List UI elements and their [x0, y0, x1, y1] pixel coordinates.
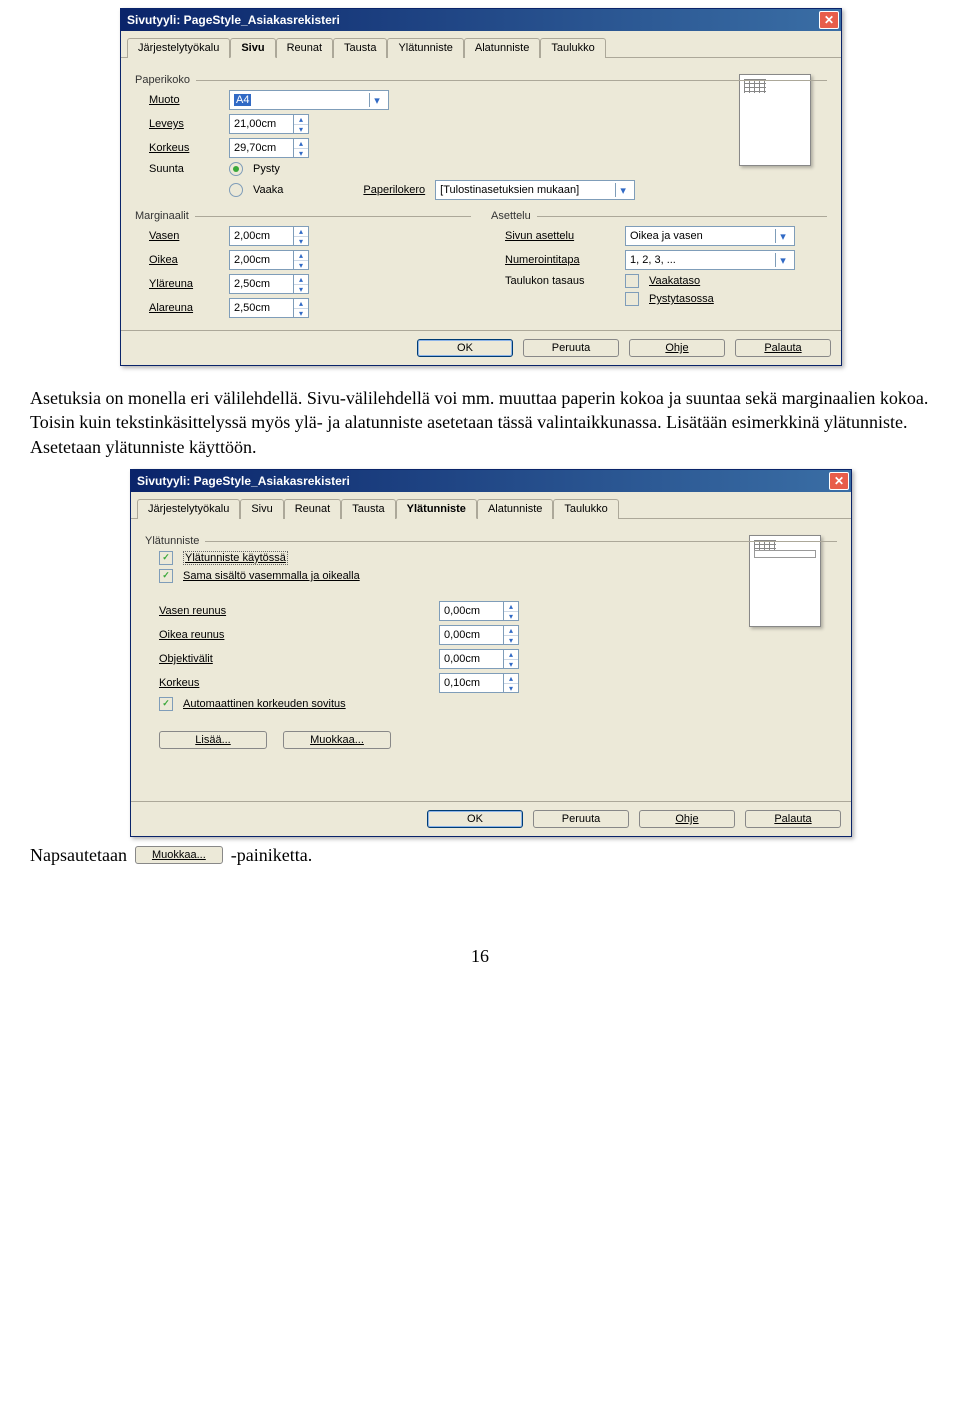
dialog-page-style-sivu: Sivutyyli: PageStyle_Asiakasrekisteri ✕ … [120, 8, 842, 366]
tab-row: Järjestelytyökalu Sivu Reunat Tausta Ylä… [131, 492, 851, 519]
inline-muokkaa-button[interactable]: Muokkaa... [135, 846, 223, 864]
objektivalit-label: Objektivälit [159, 653, 429, 665]
paperilokero-select[interactable]: [Tulostinasetuksien mukaan] ▾ [435, 180, 635, 200]
close-icon[interactable]: ✕ [829, 472, 849, 490]
ylatunniste-kaytossa-check[interactable]: ✓ [159, 551, 173, 565]
oikea-spinner[interactable]: 2,00cm▴▾ [229, 250, 309, 270]
paragraph-1: Asetuksia on monella eri välilehdellä. S… [30, 386, 930, 459]
tab-jarjestelytyokalu[interactable]: Järjestelytyökalu [137, 499, 240, 519]
alareuna-label: Alareuna [149, 302, 219, 314]
ohje-button[interactable]: Ohje [639, 810, 735, 828]
peruuta-button[interactable]: Peruuta [523, 339, 619, 357]
ok-button[interactable]: OK [417, 339, 513, 357]
automaattinen-label: Automaattinen korkeuden sovitus [183, 698, 346, 710]
chevron-down-icon: ▾ [775, 229, 790, 243]
tab-jarjestelytyokalu[interactable]: Järjestelytyökalu [127, 38, 230, 58]
close-icon[interactable]: ✕ [819, 11, 839, 29]
palauta-button[interactable]: Palauta [745, 810, 841, 828]
group-marginaalit: Marginaalit [135, 210, 471, 222]
leveys-spinner[interactable]: 21,00cm▴▾ [229, 114, 309, 134]
ylareuna-spinner[interactable]: 2,50cm▴▾ [229, 274, 309, 294]
leveys-label: Leveys [149, 118, 219, 130]
ok-button[interactable]: OK [427, 810, 523, 828]
button-bar: OK Peruuta Ohje Palauta [131, 801, 851, 836]
tab-ylatunniste[interactable]: Ylätunniste [396, 499, 477, 519]
ohje-button[interactable]: Ohje [629, 339, 725, 357]
numerointi-select[interactable]: 1, 2, 3, ...▾ [625, 250, 795, 270]
sama-sisalto-check[interactable]: ✓ [159, 569, 173, 583]
korkeus2-spinner[interactable]: 0,10cm▴▾ [439, 673, 519, 693]
tab-reunat[interactable]: Reunat [276, 38, 333, 58]
titlebar: Sivutyyli: PageStyle_Asiakasrekisteri ✕ [121, 9, 841, 31]
pysty-label: Pysty [253, 163, 280, 175]
pystytasossa-check[interactable] [625, 292, 639, 306]
tab-taulukko[interactable]: Taulukko [540, 38, 605, 58]
peruuta-button[interactable]: Peruuta [533, 810, 629, 828]
inline-post: -painiketta. [231, 845, 312, 866]
button-bar: OK Peruuta Ohje Palauta [121, 330, 841, 365]
chevron-down-icon: ▾ [615, 183, 630, 197]
titlebar: Sivutyyli: PageStyle_Asiakasrekisteri ✕ [131, 470, 851, 492]
korkeus2-label: Korkeus [159, 677, 429, 689]
oikea-reunus-label: Oikea reunus [159, 629, 429, 641]
muokkaa-button[interactable]: Muokkaa... [283, 731, 391, 749]
korkeus-spinner[interactable]: 29,70cm▴▾ [229, 138, 309, 158]
automaattinen-check[interactable]: ✓ [159, 697, 173, 711]
page-preview [749, 535, 821, 627]
taulukon-tasaus-label: Taulukon tasaus [505, 275, 615, 287]
alareuna-spinner[interactable]: 2,50cm▴▾ [229, 298, 309, 318]
group-ylatunniste: Ylätunniste [145, 535, 837, 547]
objektivalit-spinner[interactable]: 0,00cm▴▾ [439, 649, 519, 669]
chevron-down-icon: ▾ [775, 253, 790, 267]
muoto-select[interactable]: A4 ▾ [229, 90, 389, 110]
vasen-spinner[interactable]: 2,00cm▴▾ [229, 226, 309, 246]
vasen-reunus-label: Vasen reunus [159, 605, 429, 617]
sivun-asettelu-label: Sivun asettelu [505, 230, 615, 242]
sama-sisalto-label: Sama sisältö vasemmalla ja oikealla [183, 570, 360, 582]
inline-pre: Napsautetaan [30, 845, 127, 866]
group-paperikoko: Paperikoko [135, 74, 827, 86]
tab-ylatunniste[interactable]: Ylätunniste [387, 38, 463, 58]
paperilokero-label: Paperilokero [363, 184, 425, 196]
lisaa-button[interactable]: Lisää... [159, 731, 267, 749]
tab-tausta[interactable]: Tausta [333, 38, 387, 58]
pysty-radio[interactable] [229, 162, 243, 176]
tab-tausta[interactable]: Tausta [341, 499, 395, 519]
pystytasossa-label: Pystytasossa [649, 293, 714, 305]
vaakataso-label: Vaakataso [649, 275, 700, 287]
ylareuna-label: Yläreuna [149, 278, 219, 290]
page-preview [739, 74, 811, 166]
muoto-label: Muoto [149, 94, 219, 106]
window-title: Sivutyyli: PageStyle_Asiakasrekisteri [137, 474, 350, 488]
group-asettelu: Asettelu [491, 210, 827, 222]
window-title: Sivutyyli: PageStyle_Asiakasrekisteri [127, 13, 340, 27]
vaaka-radio[interactable] [229, 183, 243, 197]
tab-sivu[interactable]: Sivu [240, 499, 283, 519]
dialog-page-style-ylatunniste: Sivutyyli: PageStyle_Asiakasrekisteri ✕ … [130, 469, 852, 837]
palauta-button[interactable]: Palauta [735, 339, 831, 357]
page-number: 16 [0, 946, 960, 967]
suunta-label: Suunta [149, 163, 219, 175]
sivun-asettelu-select[interactable]: Oikea ja vasen▾ [625, 226, 795, 246]
vasen-reunus-spinner[interactable]: 0,00cm▴▾ [439, 601, 519, 621]
tab-sivu[interactable]: Sivu [230, 38, 275, 58]
tab-row: Järjestelytyökalu Sivu Reunat Tausta Ylä… [121, 31, 841, 58]
tab-taulukko[interactable]: Taulukko [553, 499, 618, 519]
tab-alatunniste[interactable]: Alatunniste [464, 38, 540, 58]
numerointi-label: Numerointitapa [505, 254, 615, 266]
vaakataso-check[interactable] [625, 274, 639, 288]
oikea-label: Oikea [149, 254, 219, 266]
oikea-reunus-spinner[interactable]: 0,00cm▴▾ [439, 625, 519, 645]
vasen-label: Vasen [149, 230, 219, 242]
tab-alatunniste[interactable]: Alatunniste [477, 499, 553, 519]
inline-sentence: Napsautetaan Muokkaa... -painiketta. [30, 845, 930, 866]
chevron-down-icon: ▾ [369, 93, 384, 107]
tab-reunat[interactable]: Reunat [284, 499, 341, 519]
ylatunniste-kaytossa-label: Ylätunniste käytössä [183, 551, 288, 565]
korkeus-label: Korkeus [149, 142, 219, 154]
vaaka-label: Vaaka [253, 184, 283, 196]
